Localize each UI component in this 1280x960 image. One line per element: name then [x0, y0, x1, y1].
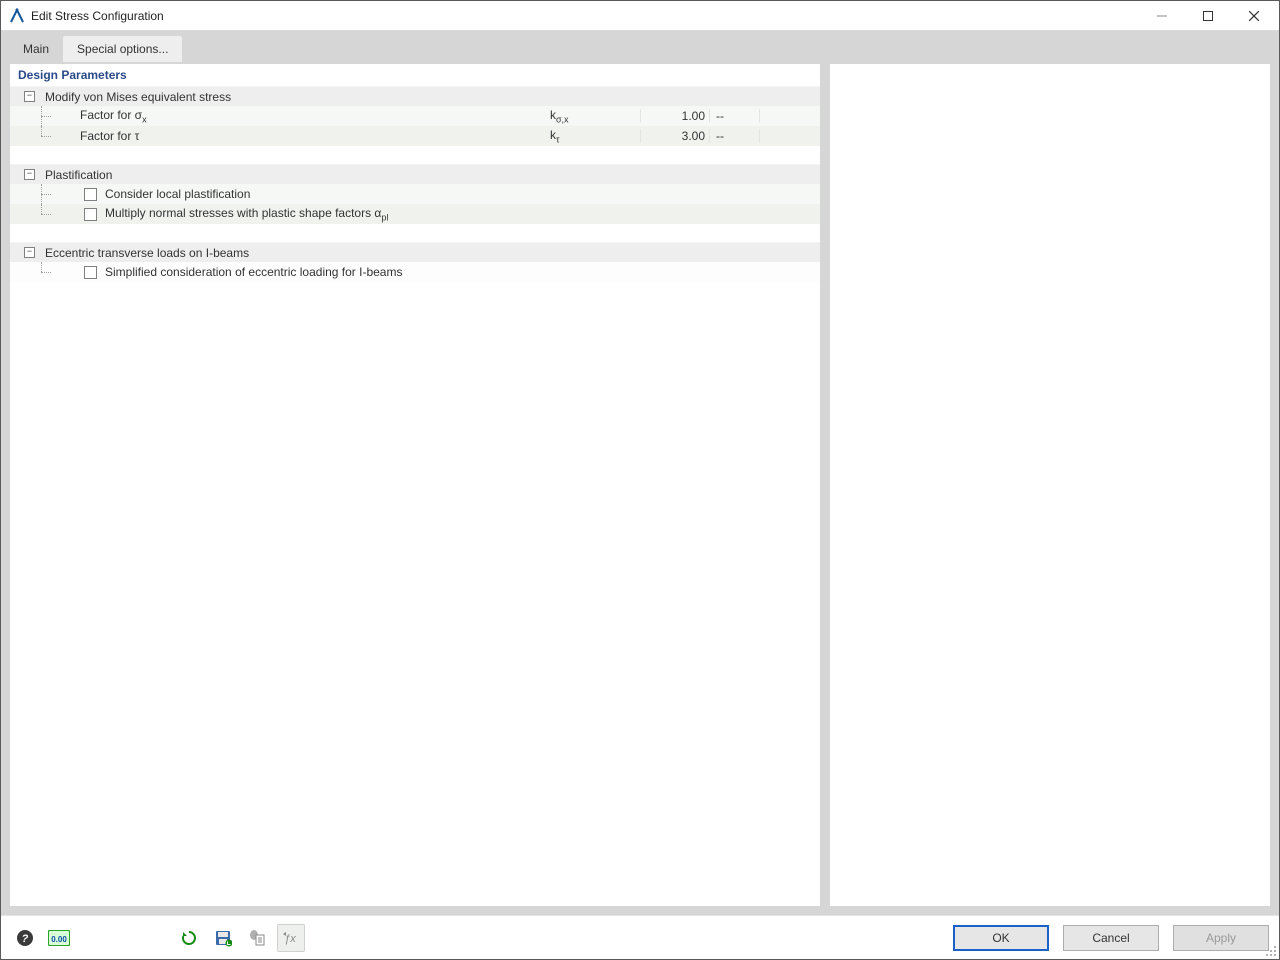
param-value[interactable]: 3.00: [640, 129, 710, 143]
clipboard-button[interactable]: [243, 924, 271, 952]
window-controls: [1139, 1, 1277, 30]
group-title: Plastification: [45, 168, 816, 182]
row-consider-local-plastification[interactable]: Consider local plastification: [10, 184, 820, 204]
ok-button[interactable]: OK: [953, 925, 1049, 951]
param-symbol: kσ,x: [550, 108, 640, 124]
row-factor-tau[interactable]: Factor for τ kτ 3.00 --: [10, 126, 820, 146]
cancel-button[interactable]: Cancel: [1063, 925, 1159, 951]
minimize-button[interactable]: [1139, 1, 1185, 31]
collapse-icon[interactable]: −: [24, 91, 35, 102]
apply-button[interactable]: Apply: [1173, 925, 1269, 951]
app-icon: [9, 8, 25, 24]
checkbox[interactable]: [84, 188, 97, 201]
client-area: Main Special options... Design Parameter…: [1, 31, 1279, 915]
group-eccentric-loads[interactable]: − Eccentric transverse loads on I-beams: [10, 242, 820, 262]
param-label: Factor for τ: [60, 129, 550, 143]
param-label: Simplified consideration of eccentric lo…: [105, 265, 820, 279]
group-title: Eccentric transverse loads on I-beams: [45, 246, 816, 260]
row-factor-sigma[interactable]: Factor for σx kσ,x 1.00 --: [10, 106, 820, 126]
panel-title: Design Parameters: [10, 64, 820, 86]
param-unit: --: [710, 129, 760, 143]
group-title: Modify von Mises equivalent stress: [45, 90, 816, 104]
param-label: Factor for σx: [60, 108, 550, 124]
dialog-footer: ? 0.00: [1, 915, 1279, 959]
window-title: Edit Stress Configuration: [31, 9, 164, 23]
tab-special-options[interactable]: Special options...: [63, 36, 182, 62]
preview-panel: [829, 63, 1271, 907]
param-symbol: kτ: [550, 128, 640, 144]
param-unit: --: [710, 109, 760, 123]
checkbox[interactable]: [84, 208, 97, 221]
param-label: Consider local plastification: [105, 187, 820, 201]
checkbox[interactable]: [84, 266, 97, 279]
close-button[interactable]: [1231, 1, 1277, 31]
refresh-button[interactable]: [175, 924, 203, 952]
group-plastification[interactable]: − Plastification: [10, 164, 820, 184]
save-button[interactable]: [209, 924, 237, 952]
formula-button[interactable]: ƒx: [277, 924, 305, 952]
titlebar: Edit Stress Configuration: [1, 1, 1279, 31]
maximize-button[interactable]: [1185, 1, 1231, 31]
tab-main[interactable]: Main: [9, 36, 63, 62]
svg-text:0.00: 0.00: [51, 935, 67, 944]
param-label: Multiply normal stresses with plastic sh…: [105, 206, 820, 222]
help-button[interactable]: ?: [11, 924, 39, 952]
row-multiply-shape-factors[interactable]: Multiply normal stresses with plastic sh…: [10, 204, 820, 224]
svg-text:?: ?: [22, 933, 29, 945]
tab-strip: Main Special options...: [1, 31, 1279, 63]
svg-text:ƒx: ƒx: [284, 933, 296, 945]
collapse-icon[interactable]: −: [24, 247, 35, 258]
collapse-icon[interactable]: −: [24, 169, 35, 180]
group-von-mises[interactable]: − Modify von Mises equivalent stress: [10, 86, 820, 106]
row-simplified-eccentric[interactable]: Simplified consideration of eccentric lo…: [10, 262, 820, 282]
resize-grip-icon[interactable]: [1265, 945, 1277, 957]
parameters-panel: Design Parameters − Modify von Mises equ…: [9, 63, 821, 907]
units-precision-button[interactable]: 0.00: [45, 924, 73, 952]
param-value[interactable]: 1.00: [640, 109, 710, 123]
